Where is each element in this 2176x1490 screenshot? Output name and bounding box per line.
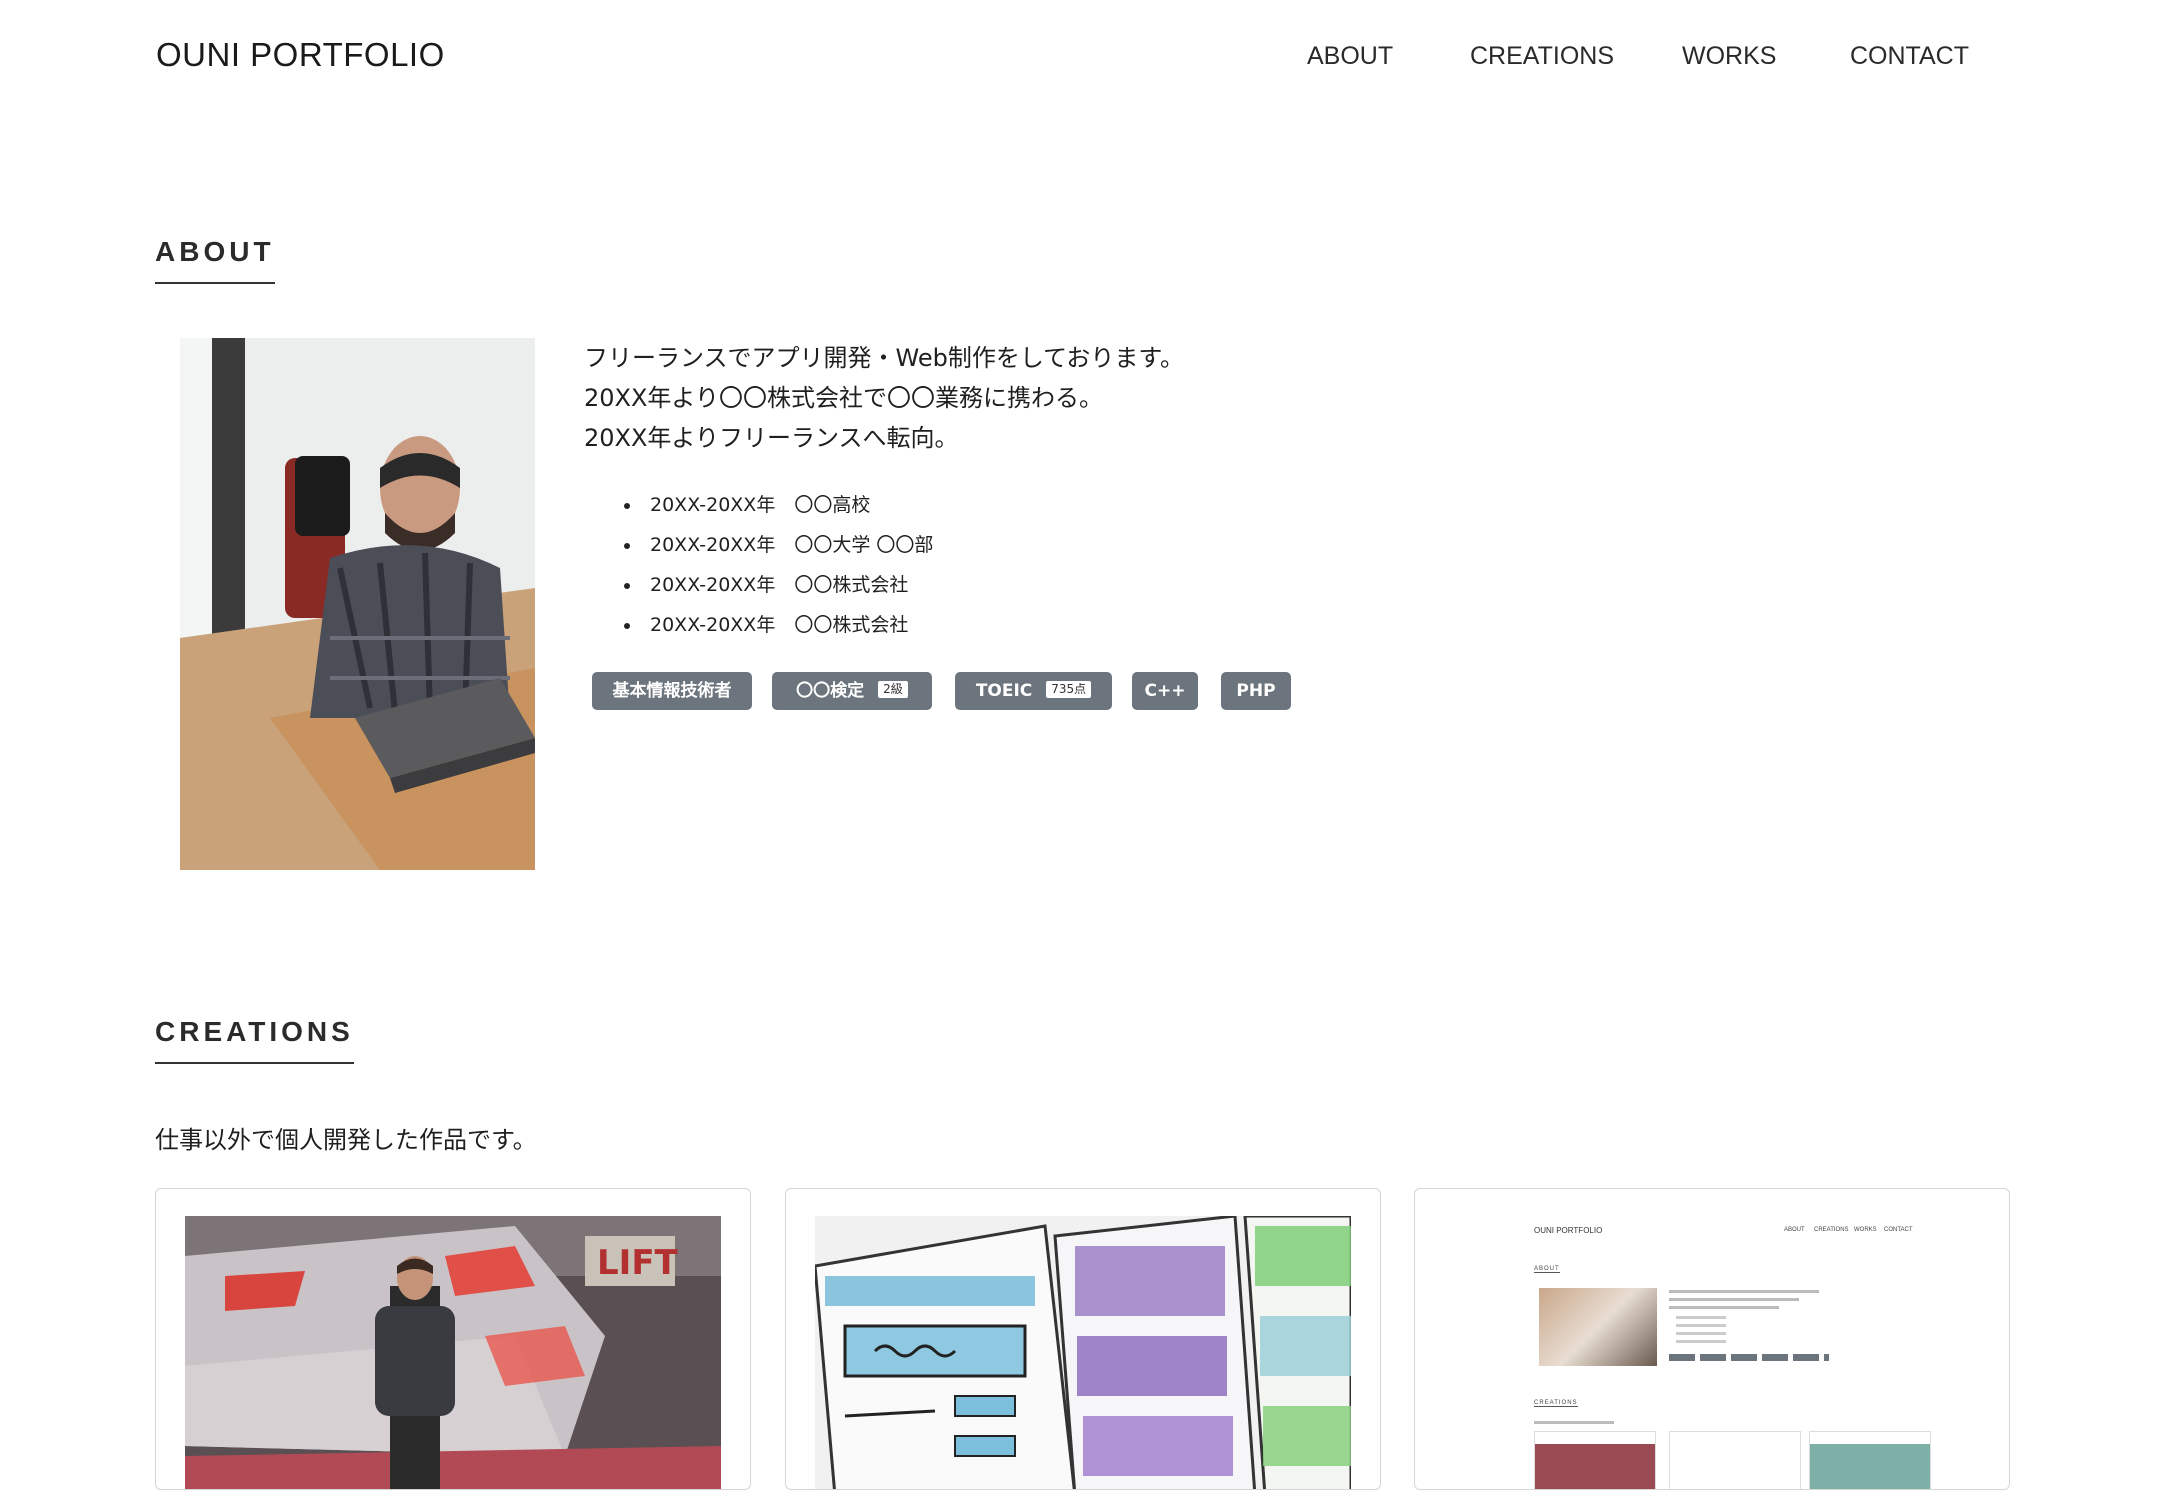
nav-creations[interactable]: CREATIONS [1470, 42, 1614, 71]
profile-photo [180, 338, 535, 870]
thumb-nav: ABOUT [1784, 1227, 1805, 1233]
thumb-line [1669, 1306, 1779, 1309]
about-line: フリーランスでアプリ開発・Web制作をしております。 [584, 344, 1185, 372]
badge-label: C++ [1144, 681, 1186, 701]
thumb-logo: OUNI PORTFOLIO [1534, 1226, 1603, 1235]
about-intro: フリーランスでアプリ開発・Web制作をしております。 20XX年より〇〇株式会社… [584, 338, 1184, 458]
skill-badge: C++ [1132, 672, 1198, 710]
profile-photo-illustration [180, 338, 535, 870]
creation-thumbnail-portfolio[interactable]: OUNI PORTFOLIO ABOUT CREATIONS WORKS CON… [1444, 1216, 1980, 1489]
creation-thumbnail-3d-game[interactable]: LIFT [185, 1216, 721, 1489]
about-line: 20XX年より〇〇株式会社で〇〇業務に携わる。 [584, 384, 1103, 412]
nav-about[interactable]: ABOUT [1307, 42, 1393, 71]
main-nav: ABOUT CREATIONS WORKS CONTACT [0, 42, 2176, 82]
creation-card[interactable]: OUNI PORTFOLIO ABOUT CREATIONS WORKS CON… [1414, 1188, 2010, 1490]
thumb-nav: WORKS [1854, 1227, 1877, 1233]
skill-badge: 基本情報技術者 [592, 672, 752, 710]
skill-badge: TOEIC 735点 [955, 672, 1112, 710]
wireframe-sketch-image [815, 1216, 1351, 1489]
skill-badge: 〇〇検定 2級 [772, 672, 932, 710]
creations-lead: 仕事以外で個人開発した作品です。 [155, 1126, 537, 1154]
badge-label: TOEIC [975, 681, 1033, 701]
thumb-nav: CREATIONS [1814, 1227, 1849, 1233]
site-header: OUNI PORTFOLIO ABOUT CREATIONS WORKS CON… [0, 0, 2176, 112]
history-item: 20XX-20XX年 〇〇株式会社 [622, 605, 933, 645]
thumb-line [1534, 1421, 1614, 1424]
thumb-card [1809, 1431, 1931, 1489]
nav-works[interactable]: WORKS [1682, 42, 1776, 71]
thumb-line [1676, 1332, 1726, 1335]
thumb-creations: CREATIONS [1534, 1400, 1578, 1407]
thumb-badges [1669, 1354, 1829, 1361]
nav-contact[interactable]: CONTACT [1850, 42, 1969, 71]
portfolio-screenshot: OUNI PORTFOLIO ABOUT CREATIONS WORKS CON… [1444, 1216, 1980, 1489]
badge-score: 735点 [1046, 680, 1092, 698]
badge-label: PHP [1236, 681, 1276, 701]
thumb-photo [1539, 1288, 1657, 1366]
thumb-line [1676, 1324, 1726, 1327]
about-section-title: ABOUT [155, 236, 275, 284]
history-item: 20XX-20XX年 〇〇大学 〇〇部 [622, 525, 933, 565]
badge-label: 〇〇検定 [796, 681, 865, 701]
career-history-list: 20XX-20XX年 〇〇高校 20XX-20XX年 〇〇大学 〇〇部 20XX… [622, 485, 933, 645]
thumb-about: ABOUT [1534, 1266, 1560, 1273]
badge-label: 基本情報技術者 [612, 681, 732, 701]
thumb-line [1669, 1298, 1799, 1301]
creation-card[interactable] [785, 1188, 1381, 1490]
badge-level: 2級 [878, 680, 908, 698]
creation-card[interactable]: LIFT [155, 1188, 751, 1490]
svg-text:LIFT: LIFT [597, 1243, 679, 1283]
thumb-line [1676, 1340, 1726, 1343]
creations-section-title: CREATIONS [155, 1016, 354, 1064]
thumb-card [1669, 1431, 1801, 1489]
creation-thumbnail-wireframe[interactable] [815, 1216, 1351, 1489]
thumb-nav: CONTACT [1884, 1227, 1913, 1233]
history-item: 20XX-20XX年 〇〇高校 [622, 485, 933, 525]
spaceship-scene-image: LIFT [185, 1216, 721, 1489]
thumb-card [1534, 1431, 1656, 1489]
thumb-line [1676, 1316, 1726, 1319]
history-item: 20XX-20XX年 〇〇株式会社 [622, 565, 933, 605]
skill-badge: PHP [1221, 672, 1291, 710]
about-line: 20XX年よりフリーランスへ転向。 [584, 424, 959, 452]
thumb-line [1669, 1290, 1819, 1293]
